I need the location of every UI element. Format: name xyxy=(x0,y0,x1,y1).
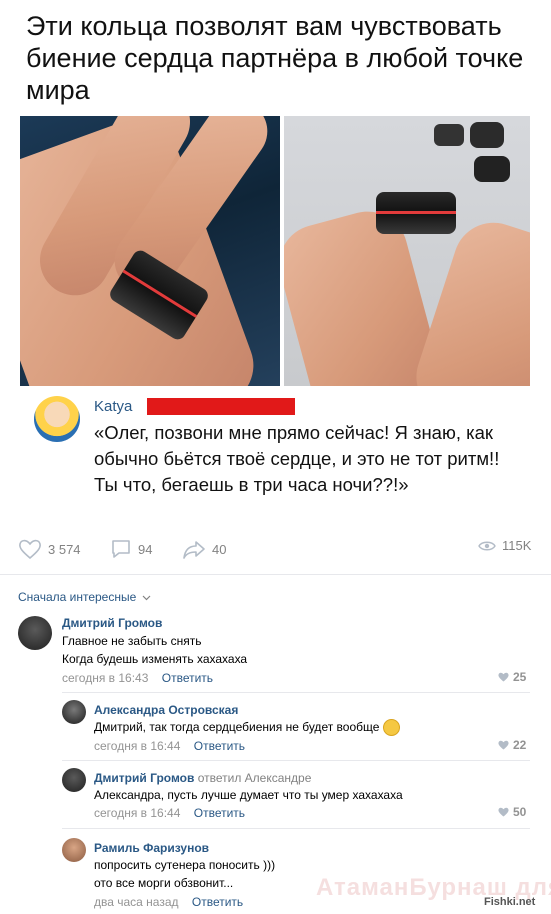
reply-button[interactable]: Ответить xyxy=(194,739,245,753)
comment-like-button[interactable]: 25 xyxy=(498,670,526,684)
avatar[interactable] xyxy=(62,768,86,792)
comment-count: 94 xyxy=(138,541,153,557)
quote-author[interactable]: Katya xyxy=(94,398,132,415)
comment-icon xyxy=(112,540,130,558)
heart-icon xyxy=(498,672,509,682)
heart-icon xyxy=(19,539,41,560)
comment-author[interactable]: Дмитрий Громов xyxy=(62,616,162,630)
comment-time[interactable]: сегодня в 16:43 xyxy=(62,671,148,685)
avatar[interactable] xyxy=(62,838,86,862)
post-title: Эти кольца позволят вам чувствовать биен… xyxy=(26,11,524,105)
divider xyxy=(0,574,551,575)
share-button[interactable]: 40 xyxy=(182,538,226,560)
views-count: 115K xyxy=(502,538,532,553)
quote-text: «Олег, позвони мне прямо сейчас! Я знаю,… xyxy=(94,422,500,495)
eye-icon xyxy=(478,541,496,550)
comment-body: Дмитрий, так тогда сердцебиения не будет… xyxy=(94,718,401,736)
avatar[interactable] xyxy=(62,700,86,724)
comment-line: Главное не забыть снять xyxy=(62,634,202,648)
heart-icon xyxy=(498,807,509,817)
post-photos[interactable] xyxy=(20,116,530,386)
comment: Дмитрий Громов Главное не забыть снять К… xyxy=(18,616,530,688)
comment-line: попросить сутенера поносить ))) xyxy=(94,858,276,872)
avatar[interactable] xyxy=(34,396,80,442)
sort-dropdown[interactable]: Сначала интересные xyxy=(18,590,151,604)
reply-button[interactable]: Ответить xyxy=(194,806,245,820)
comment-line: ото все морги обзвонит... xyxy=(94,876,234,890)
comment-time[interactable]: два часа назад xyxy=(94,895,179,909)
comment-meta: сегодня в 16:44 Ответить xyxy=(94,806,245,820)
comment-line: Дмитрий, так тогда сердцебиения не будет… xyxy=(94,720,380,734)
comment-like-button[interactable]: 50 xyxy=(498,805,526,819)
like-count: 3 574 xyxy=(48,541,81,557)
comment-author[interactable]: Рамиль Фаризунов xyxy=(94,841,209,855)
comment-time[interactable]: сегодня в 16:44 xyxy=(94,806,180,820)
divider xyxy=(62,692,530,693)
comment-meta: сегодня в 16:44 Ответить xyxy=(94,739,245,753)
comment-author[interactable]: Дмитрий Громов xyxy=(94,771,194,785)
comment-line: Когда будешь изменять хахахаха xyxy=(62,652,248,666)
comment-button[interactable]: 94 xyxy=(110,538,152,560)
reply-to-label[interactable]: ответил Александре xyxy=(198,771,312,785)
source-watermark: Fishki.net xyxy=(484,896,536,908)
photo-ring-in-hands[interactable] xyxy=(283,116,530,386)
avatar[interactable] xyxy=(18,616,52,650)
comment-time[interactable]: сегодня в 16:44 xyxy=(94,739,180,753)
chevron-down-icon xyxy=(142,595,151,601)
comment-like-count: 25 xyxy=(513,670,527,684)
reply-button[interactable]: Ответить xyxy=(192,895,243,909)
comment-meta: сегодня в 16:43 Ответить xyxy=(62,671,213,685)
comment-author-line: Дмитрий Громов ответил Александре xyxy=(94,771,311,785)
divider xyxy=(62,828,530,829)
comment-line: Александра, пусть лучше думает что ты ум… xyxy=(94,788,403,802)
comment-author[interactable]: Александра Островская xyxy=(94,703,238,717)
views-counter: 115K xyxy=(478,538,531,553)
share-icon xyxy=(183,541,205,559)
like-button[interactable]: 3 574 xyxy=(18,538,81,560)
divider xyxy=(62,760,530,761)
sort-label: Сначала интересные xyxy=(18,590,137,604)
thinking-emoji-icon xyxy=(383,718,401,736)
reply-button[interactable]: Ответить xyxy=(162,671,213,685)
post-actions: 3 574 94 40 115K xyxy=(18,538,531,562)
comment: Дмитрий Громов ответил Александре Алекса… xyxy=(62,768,530,824)
comment: Александра Островская Дмитрий, так тогда… xyxy=(62,700,530,756)
share-count: 40 xyxy=(212,541,227,557)
comment-like-count: 22 xyxy=(513,738,527,752)
comment-meta: два часа назад Ответить xyxy=(94,895,243,909)
comment-like-count: 50 xyxy=(513,805,527,819)
redacted-bar xyxy=(147,398,295,415)
heart-icon xyxy=(498,740,509,750)
comment-like-button[interactable]: 22 xyxy=(498,738,526,752)
photo-ring-on-finger[interactable] xyxy=(20,116,280,386)
